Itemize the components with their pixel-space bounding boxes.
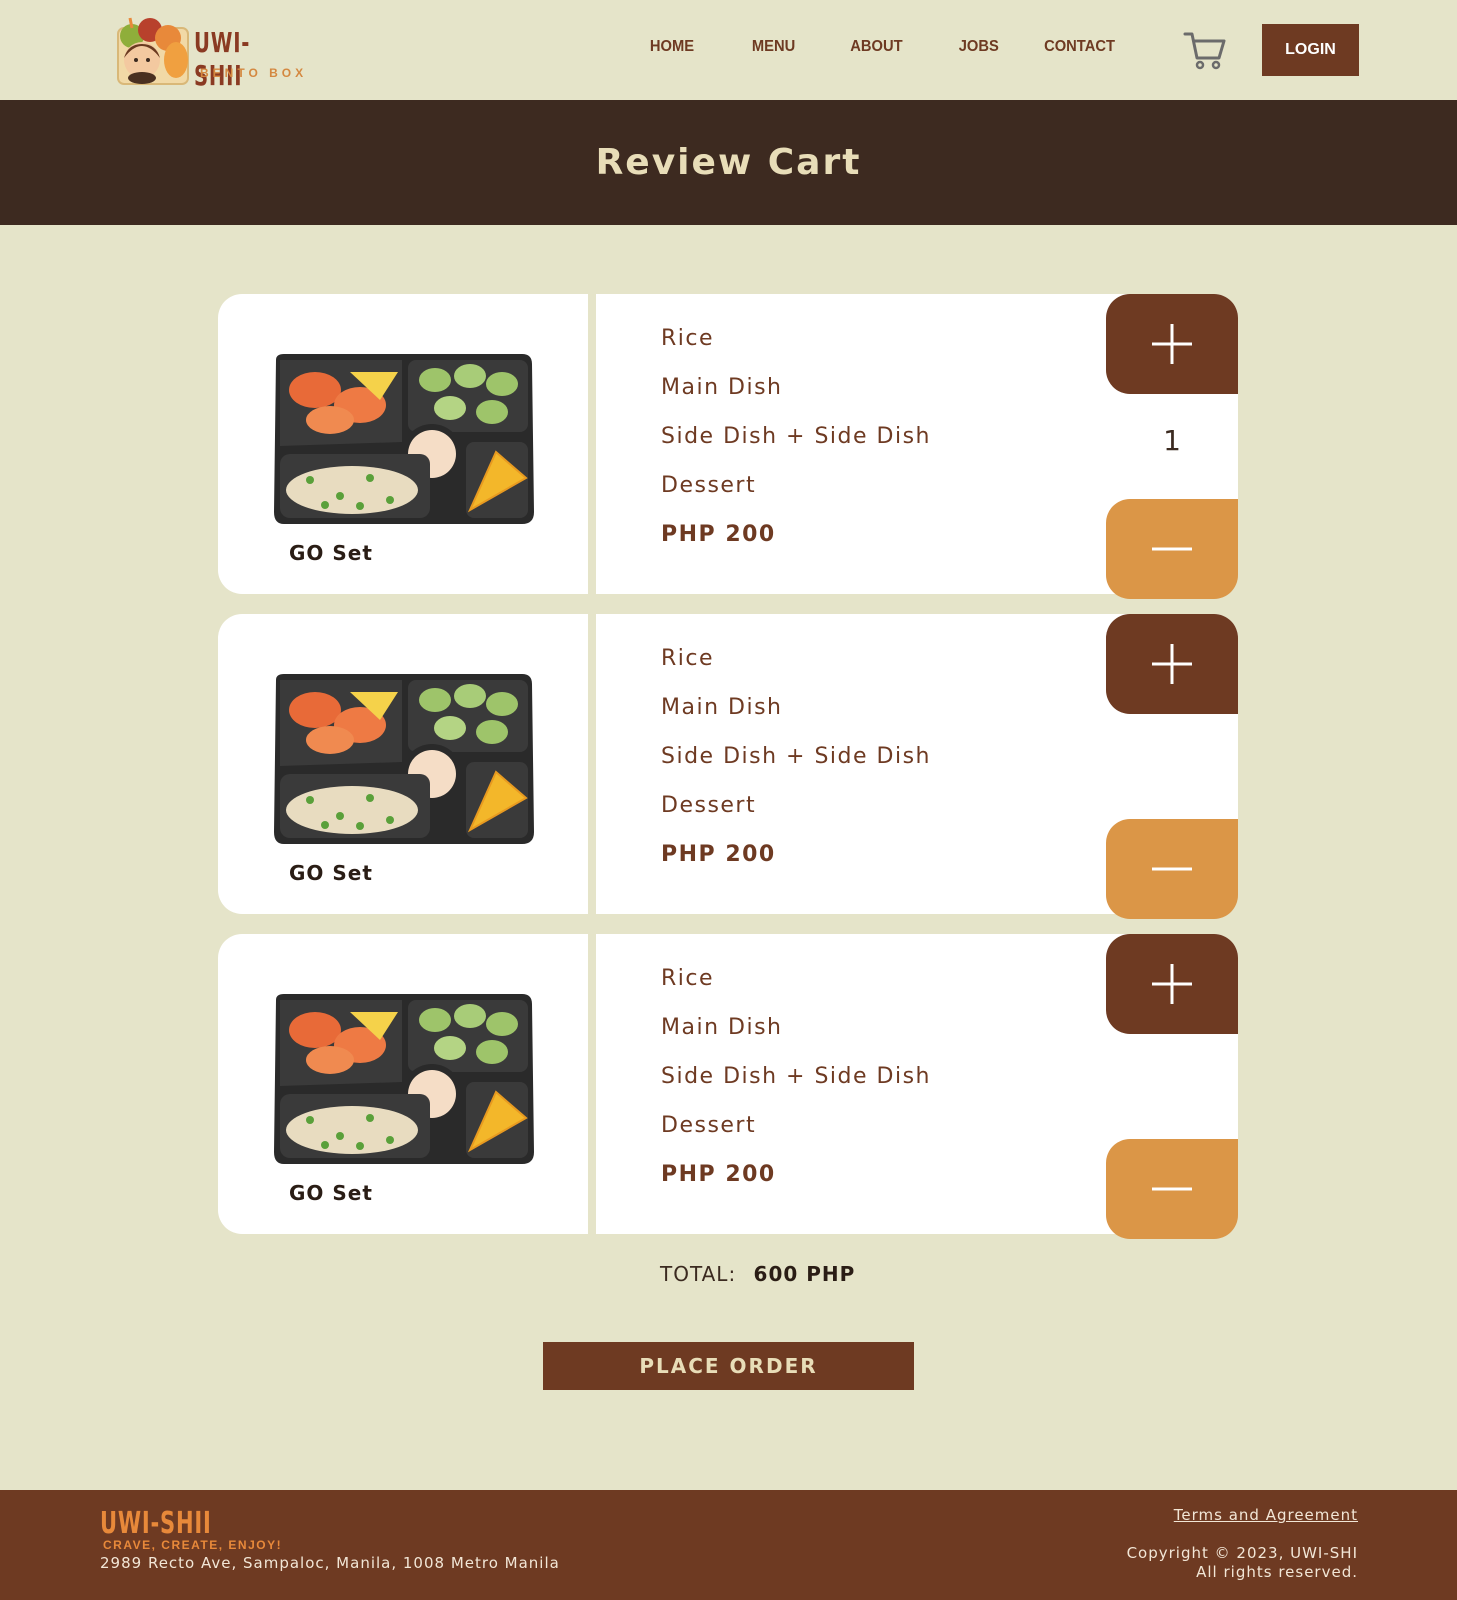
bento-box-image <box>274 354 534 524</box>
item-price: PHP 200 <box>661 522 776 547</box>
item-image-panel: GO Set <box>218 934 588 1234</box>
decrease-quantity-button[interactable] <box>1106 1139 1238 1239</box>
increase-quantity-button[interactable] <box>1106 934 1238 1034</box>
terms-link[interactable]: Terms and Agreement <box>1174 1506 1358 1524</box>
footer-tagline: CRAVE, CREATE, ENJOY! <box>103 1538 283 1552</box>
page-title: Review Cart <box>595 142 862 183</box>
cart-item-card: GO Set Rice Main Dish Side Dish + Side Dis… <box>218 614 1238 919</box>
footer-logo[interactable]: UWI-SHII <box>100 1506 212 1541</box>
rights-text: All rights reserved. <box>1196 1563 1358 1581</box>
set-component: Side Dish + Side Dish <box>661 744 931 769</box>
minus-icon <box>1152 867 1192 871</box>
item-image-panel: GO Set <box>218 614 588 914</box>
total-label: TOTAL: <box>660 1262 737 1286</box>
bento-box-image <box>274 674 534 844</box>
set-component: Dessert <box>661 793 757 818</box>
footer-address: 2989 Recto Ave, Sampaloc, Manila, 1008 M… <box>100 1554 560 1572</box>
cart-total: TOTAL: 600 PHP <box>660 1262 855 1286</box>
site-footer: UWI-SHII CRAVE, CREATE, ENJOY! 2989 Rect… <box>0 1490 1457 1600</box>
main-nav: HOME MENU ABOUT JOBS CONTACT <box>0 38 1457 62</box>
minus-icon <box>1152 547 1192 551</box>
set-component: Side Dish + Side Dish <box>661 1064 931 1089</box>
set-component: Main Dish <box>661 695 783 720</box>
set-component: Rice <box>661 326 715 351</box>
item-price: PHP 200 <box>661 842 776 867</box>
decrease-quantity-button[interactable] <box>1106 819 1238 919</box>
decrease-quantity-button[interactable] <box>1106 499 1238 599</box>
set-component: Rice <box>661 966 715 991</box>
copyright-text: Copyright © 2023, UWI-SHI <box>1126 1544 1358 1562</box>
set-component: Rice <box>661 646 715 671</box>
increase-quantity-button[interactable] <box>1106 614 1238 714</box>
nav-jobs[interactable]: JOBS <box>959 38 999 56</box>
quantity-value: 1 <box>1163 424 1181 457</box>
item-image-panel: GO Set <box>218 294 588 594</box>
copyright: Copyright © 2023, UWI-SHI All rights res… <box>1127 1544 1358 1582</box>
item-details-panel: Rice Main Dish Side Dish + Side Dish Desser… <box>596 614 1106 914</box>
minus-icon <box>1152 1187 1192 1191</box>
quantity-stepper: 1 <box>1106 294 1238 599</box>
cart-item-card: GO Set Rice Main Dish Side Dish + Side Dis… <box>218 934 1238 1239</box>
plus-icon <box>1152 644 1192 684</box>
set-component: Main Dish <box>661 1015 783 1040</box>
increase-quantity-button[interactable] <box>1106 294 1238 394</box>
bento-box-image <box>274 994 534 1164</box>
item-details-panel: Rice Main Dish Side Dish + Side Dish Desser… <box>596 934 1106 1234</box>
set-component: Main Dish <box>661 375 783 400</box>
item-details-panel: Rice Main Dish Side Dish + Side Dish Desser… <box>596 294 1106 594</box>
plus-icon <box>1152 964 1192 1004</box>
page-banner: Review Cart <box>0 100 1457 225</box>
set-component: Dessert <box>661 1113 757 1138</box>
place-order-button[interactable]: PLACE ORDER <box>543 1342 914 1390</box>
login-button[interactable]: LOGIN <box>1262 24 1359 76</box>
set-name: GO Set <box>289 861 373 885</box>
cart-item-card: GO Set Rice Main Dish Side Dish + Side Dis… <box>218 294 1238 599</box>
set-component: Dessert <box>661 473 757 498</box>
shopping-cart-icon[interactable] <box>1183 30 1227 70</box>
total-value: 600 PHP <box>753 1262 856 1286</box>
set-name: GO Set <box>289 1181 373 1205</box>
set-name: GO Set <box>289 541 373 565</box>
set-component: Side Dish + Side Dish <box>661 424 931 449</box>
quantity-stepper <box>1106 614 1238 919</box>
plus-icon <box>1152 324 1192 364</box>
site-header: UWI-SHII BENTO BOX HOME MENU ABOUT JOBS … <box>0 0 1457 100</box>
nav-contact[interactable]: CONTACT <box>1044 38 1115 56</box>
nav-about[interactable]: ABOUT <box>850 38 902 56</box>
brand-subtitle: BENTO BOX <box>200 66 308 80</box>
nav-home[interactable]: HOME <box>650 38 694 56</box>
item-price: PHP 200 <box>661 1162 776 1187</box>
nav-menu[interactable]: MENU <box>752 38 795 56</box>
quantity-stepper <box>1106 934 1238 1239</box>
